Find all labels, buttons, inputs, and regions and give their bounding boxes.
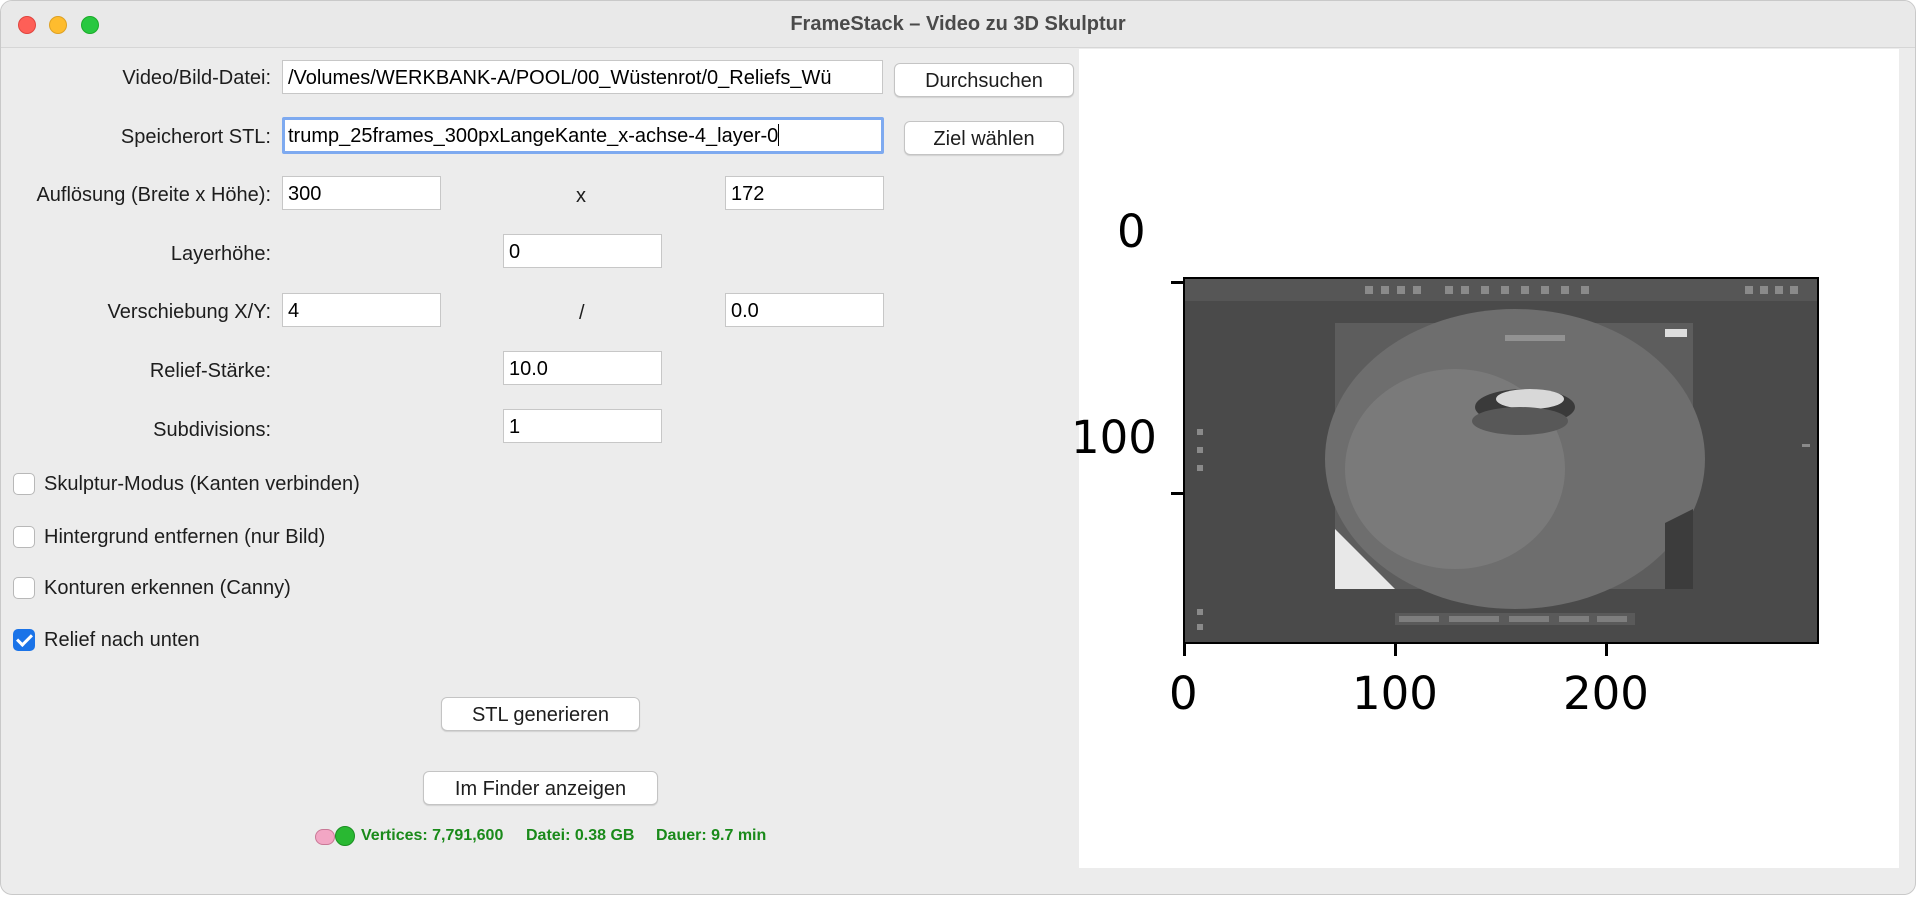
green-status-icon <box>335 826 355 846</box>
relief-strength-input[interactable]: 10.0 <box>503 351 662 385</box>
shift-x-input[interactable]: 4 <box>282 293 441 327</box>
browse-button[interactable]: Durchsuchen <box>894 63 1074 97</box>
y-tick-mark <box>1171 281 1183 284</box>
y-tick-mark <box>1171 492 1183 495</box>
subdivisions-input[interactable]: 1 <box>503 409 662 443</box>
subdivisions-label: Subdivisions: <box>153 419 271 441</box>
sculpture-mode-checkbox[interactable] <box>13 473 35 495</box>
detect-contours-checkbox[interactable] <box>13 577 35 599</box>
stl-location-input[interactable]: trump_25frames_300pxLangeKante_x-achse-4… <box>282 117 884 154</box>
stl-location-label: Speicherort STL: <box>120 126 271 148</box>
resolution-width-input[interactable]: 300 <box>282 176 441 210</box>
detect-contours-label: Konturen erkennen (Canny) <box>44 577 291 599</box>
y-tick-label: 0 <box>1117 205 1146 258</box>
sculpture-mode-label: Skulptur-Modus (Kanten verbinden) <box>44 473 360 495</box>
shift-separator: / <box>579 302 585 324</box>
relief-strength-label: Relief-Stärke: <box>149 360 271 382</box>
generate-stl-button[interactable]: STL generieren <box>441 697 640 731</box>
text-caret <box>778 124 780 146</box>
remove-background-checkbox[interactable] <box>13 526 35 548</box>
title-bar: FrameStack – Video zu 3D Skulptur <box>1 1 1915 48</box>
video-file-input[interactable]: /Volumes/WERKBANK-A/POOL/00_Wüstenrot/0_… <box>282 60 883 94</box>
preview-image-graphic <box>1185 279 1817 642</box>
remove-background-label: Hintergrund entfernen (nur Bild) <box>44 526 326 548</box>
choose-target-button[interactable]: Ziel wählen <box>904 121 1064 155</box>
y-tick-label: 100 <box>1071 411 1157 464</box>
preview-image <box>1183 277 1819 644</box>
duration-status: Dauer: 9.7 min <box>656 827 767 844</box>
shift-xy-label: Verschiebung X/Y: <box>107 301 271 323</box>
resolution-label: Auflösung (Breite x Höhe): <box>36 184 271 206</box>
brain-icon <box>315 829 335 845</box>
layer-height-input[interactable]: 0 <box>503 234 662 268</box>
window-title: FrameStack – Video zu 3D Skulptur <box>790 13 1126 35</box>
x-tick-label: 0 <box>1169 667 1198 720</box>
file-size-status: Datei: 0.38 GB <box>526 827 635 844</box>
preview-plot: 0 100 0 100 200 <box>1071 49 1899 868</box>
x-tick-label: 200 <box>1563 667 1649 720</box>
relief-down-label: Relief nach unten <box>44 629 200 651</box>
x-tick-mark <box>1394 644 1397 656</box>
layer-height-label: Layerhöhe: <box>170 243 271 265</box>
vertices-status: Vertices: 7,791,600 <box>361 827 504 844</box>
video-file-label: Video/Bild-Datei: <box>122 67 271 89</box>
x-tick-mark <box>1183 644 1186 656</box>
relief-down-checkbox[interactable] <box>13 629 35 651</box>
resolution-separator: x <box>576 185 586 207</box>
x-tick-mark <box>1605 644 1608 656</box>
x-tick-label: 100 <box>1352 667 1438 720</box>
app-window: FrameStack – Video zu 3D Skulptur Video/… <box>0 0 1916 895</box>
resolution-height-input[interactable]: 172 <box>725 176 884 210</box>
show-in-finder-button[interactable]: Im Finder anzeigen <box>423 771 658 805</box>
shift-y-input[interactable]: 0.0 <box>725 293 884 327</box>
